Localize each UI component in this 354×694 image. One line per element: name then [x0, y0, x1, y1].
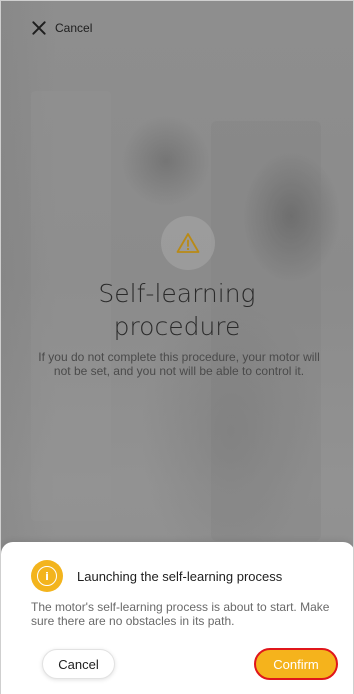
title-line-1: Self-learning [98, 279, 256, 308]
bottom-sheet: i Launching the self-learning process Th… [1, 542, 353, 694]
confirm-button[interactable]: Confirm [254, 648, 338, 680]
cancel-button[interactable]: Cancel [42, 649, 115, 679]
sheet-header: i Launching the self-learning process [31, 560, 282, 592]
page-title: Self-learning procedure [1, 277, 353, 343]
top-cancel-button[interactable]: Cancel [55, 21, 92, 35]
close-icon[interactable] [31, 20, 47, 36]
top-bar: Cancel [1, 1, 353, 55]
procedure-description: If you do not complete this procedure, y… [38, 350, 320, 378]
title-line-2: procedure [113, 312, 241, 341]
sheet-message: The motor's self-learning process is abo… [31, 600, 330, 628]
app-screen: Cancel Self-learning procedure If you do… [0, 0, 354, 694]
warning-triangle-icon [176, 233, 200, 253]
warning-badge [161, 216, 215, 270]
sheet-title: Launching the self-learning process [77, 568, 283, 584]
info-badge: i [31, 560, 63, 592]
info-icon: i [37, 566, 57, 586]
